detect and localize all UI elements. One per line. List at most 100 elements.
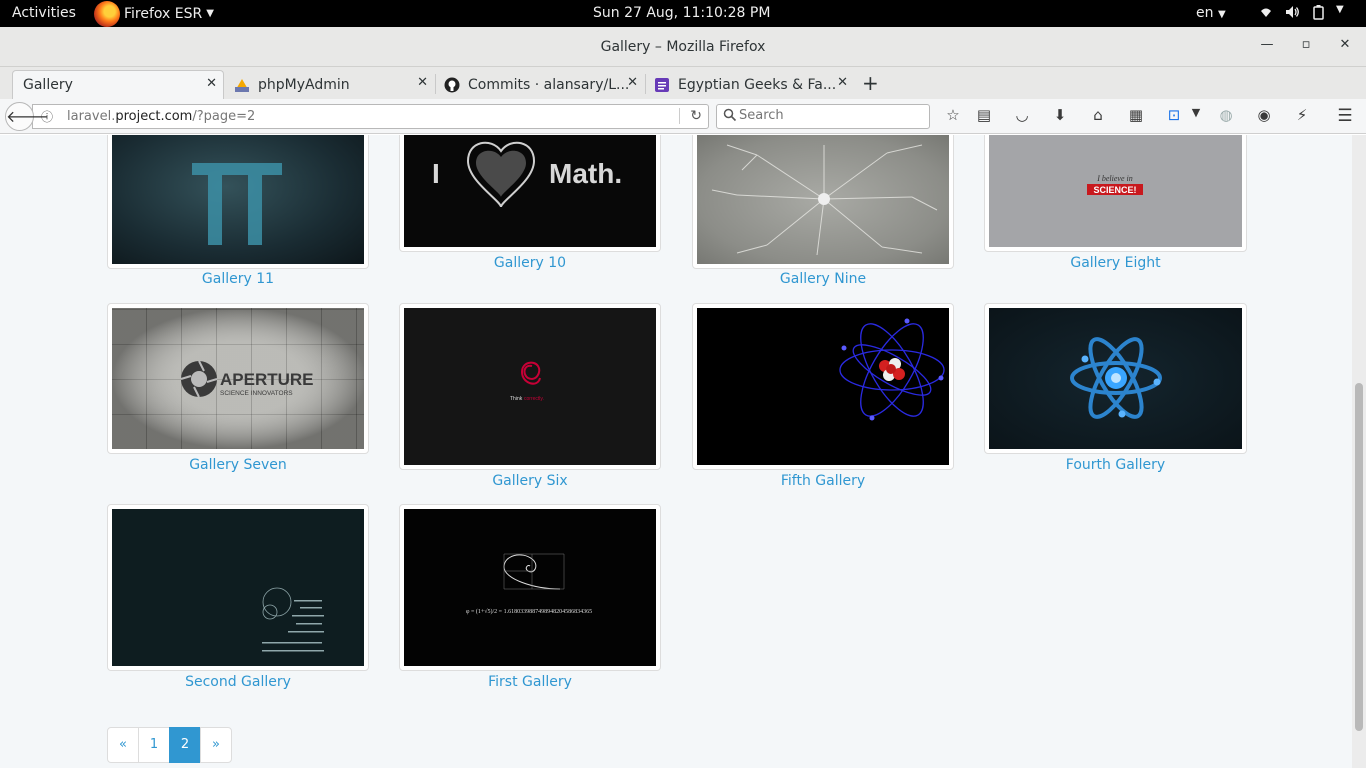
- minimize-button[interactable]: —: [1257, 37, 1277, 57]
- tab-phpmyadmin[interactable]: phpMyAdmin ✕: [224, 70, 436, 99]
- gallery-title-link[interactable]: Gallery Nine: [692, 271, 954, 287]
- svg-text:Math.: Math.: [549, 158, 622, 189]
- reload-icon[interactable]: ↻: [679, 108, 702, 124]
- app-name: Firefox ESR: [124, 5, 203, 22]
- gallery-thumbnail[interactable]: [112, 509, 364, 666]
- clock[interactable]: Sun 27 Aug, 11:10:28 PM: [593, 5, 770, 21]
- activities-button[interactable]: Activities: [12, 5, 76, 21]
- gallery-title-link[interactable]: Gallery Seven: [107, 457, 369, 473]
- gallery-title-link[interactable]: Fourth Gallery: [984, 457, 1247, 473]
- gallery-title-link[interactable]: Second Gallery: [107, 674, 369, 690]
- chevron-down-icon: ▼: [206, 8, 214, 19]
- downloads-icon[interactable]: ⬇: [1050, 106, 1070, 126]
- url-bar[interactable]: ⓘ laravel.project.com/?page=2 ↻: [32, 104, 709, 129]
- app-menu[interactable]: Firefox ESR ▼: [94, 0, 214, 27]
- language-menu[interactable]: en ▼: [1196, 5, 1226, 21]
- flash-icon[interactable]: ⚡: [1292, 106, 1312, 126]
- gallery-card[interactable]: Think correctly.: [399, 303, 661, 470]
- svg-text:correctly.: correctly.: [524, 396, 544, 402]
- gallery-title-link[interactable]: Fifth Gallery: [692, 473, 954, 489]
- gallery-thumbnail[interactable]: φ = (1+√5)/2 = 1.61803398874989482045868…: [404, 509, 656, 666]
- gallery-title-link[interactable]: Gallery Eight: [984, 255, 1247, 271]
- navigation-toolbar: ⓘ laravel.project.com/?page=2 ↻ 🡐 ☆ ▤ ◡ …: [0, 99, 1366, 134]
- maximize-button[interactable]: ▫: [1296, 37, 1316, 57]
- gallery-title-link[interactable]: Gallery 10: [399, 255, 661, 271]
- github-icon: [444, 77, 460, 92]
- gallery-card[interactable]: I Math.: [399, 135, 661, 252]
- page-content: Gallery 11 I Math. Gallery 10 Gallery Ni…: [0, 135, 1352, 768]
- screenshot-icon[interactable]: ◉: [1254, 106, 1274, 126]
- gallery-thumbnail[interactable]: I believe in SCIENCE!: [989, 135, 1242, 247]
- sync-icon[interactable]: ◍: [1216, 106, 1236, 126]
- blue-atom-image: [1070, 337, 1162, 419]
- chevron-down-icon[interactable]: ▼: [1186, 106, 1206, 126]
- svg-text:Think: Think: [510, 396, 523, 402]
- mindmap-image: [711, 144, 938, 256]
- wifi-icon: [1261, 8, 1271, 17]
- svg-text:SCIENCE INNOVATORS: SCIENCE INNOVATORS: [220, 390, 293, 397]
- hamburger-menu-icon[interactable]: ☰: [1335, 106, 1355, 126]
- gallery-card[interactable]: [692, 303, 954, 470]
- gallery-thumbnail[interactable]: [989, 308, 1242, 449]
- close-tab-icon[interactable]: ✕: [837, 75, 848, 90]
- close-window-button[interactable]: ✕: [1335, 37, 1355, 57]
- gallery-title-link[interactable]: Gallery Six: [399, 473, 661, 489]
- gallery-thumbnail[interactable]: I Math.: [404, 135, 656, 247]
- volume-icon: [1286, 6, 1299, 18]
- phpmyadmin-icon: [235, 78, 249, 92]
- search-input[interactable]: [739, 108, 919, 123]
- system-tray[interactable]: ▼: [1258, 4, 1344, 20]
- page-1-button[interactable]: 1: [138, 727, 170, 763]
- bookmark-star-icon[interactable]: ☆: [943, 106, 963, 126]
- tab-egyptian-geeks[interactable]: Egyptian Geeks & Fa... ✕: [644, 70, 854, 99]
- svg-text:φ = (1+√5)/2 = 1.6180339887498: φ = (1+√5)/2 = 1.61803398874989482045868…: [466, 608, 592, 615]
- debian-swirl-image: Think correctly.: [510, 361, 544, 402]
- extension-icon[interactable]: ▦: [1126, 106, 1146, 126]
- prev-page-button[interactable]: «: [107, 727, 139, 763]
- gallery-card[interactable]: φ = (1+√5)/2 = 1.61803398874989482045868…: [399, 504, 661, 671]
- svg-text:I believe in: I believe in: [1096, 174, 1133, 183]
- url-text[interactable]: laravel.project.com/?page=2: [67, 109, 255, 124]
- tab-gallery[interactable]: Gallery ✕: [12, 70, 224, 99]
- reading-list-icon[interactable]: ▤: [974, 106, 994, 126]
- gnome-top-bar: Activities Firefox ESR ▼ Sun 27 Aug, 11:…: [0, 0, 1366, 27]
- back-button[interactable]: 🡐: [5, 102, 49, 131]
- gallery-thumbnail[interactable]: [697, 135, 949, 264]
- gallery-title-link[interactable]: First Gallery: [399, 674, 661, 690]
- close-tab-icon[interactable]: ✕: [627, 75, 638, 90]
- gallery-thumbnail[interactable]: Think correctly.: [404, 308, 656, 465]
- page-2-button[interactable]: 2: [169, 727, 201, 763]
- tab-label: Egyptian Geeks & Fa...: [678, 76, 837, 93]
- gallery-card[interactable]: APERTURE SCIENCE INNOVATORS: [107, 303, 369, 454]
- next-page-button[interactable]: »: [200, 727, 232, 763]
- svg-text:SCIENCE!: SCIENCE!: [1093, 185, 1136, 195]
- gallery-card[interactable]: [692, 135, 954, 269]
- svg-text:APERTURE: APERTURE: [220, 370, 314, 389]
- firefox-icon: [94, 0, 120, 27]
- golden-ratio-image: φ = (1+√5)/2 = 1.61803398874989482045868…: [466, 553, 592, 615]
- close-tab-icon[interactable]: ✕: [417, 75, 428, 90]
- download-manager-icon[interactable]: ⊡: [1164, 106, 1184, 126]
- home-icon[interactable]: ⌂: [1088, 106, 1108, 126]
- formulas-image: [262, 587, 324, 652]
- gallery-card[interactable]: [984, 303, 1247, 454]
- window-title: Gallery – Mozilla Firefox: [600, 39, 766, 55]
- gallery-card[interactable]: I believe in SCIENCE!: [984, 135, 1247, 252]
- gallery-thumbnail[interactable]: [112, 135, 364, 264]
- language-label: en: [1196, 5, 1214, 21]
- tab-commits[interactable]: Commits · alansary/L... ✕: [434, 70, 646, 99]
- gallery-thumbnail[interactable]: APERTURE SCIENCE INNOVATORS: [112, 308, 364, 449]
- pagination: « 1 2 »: [107, 727, 232, 763]
- science-image: I believe in SCIENCE!: [1087, 174, 1143, 195]
- search-box[interactable]: [716, 104, 930, 129]
- gallery-card[interactable]: [107, 135, 369, 269]
- gallery-thumbnail[interactable]: [697, 308, 949, 465]
- scrollbar-thumb[interactable]: [1355, 383, 1363, 731]
- new-tab-button[interactable]: +: [862, 71, 879, 95]
- gallery-title-link[interactable]: Gallery 11: [107, 271, 369, 287]
- close-tab-icon[interactable]: ✕: [206, 76, 217, 91]
- tab-label: phpMyAdmin: [258, 76, 350, 93]
- gallery-card[interactable]: [107, 504, 369, 671]
- pocket-icon[interactable]: ◡: [1012, 106, 1032, 126]
- svg-text:I: I: [432, 158, 440, 189]
